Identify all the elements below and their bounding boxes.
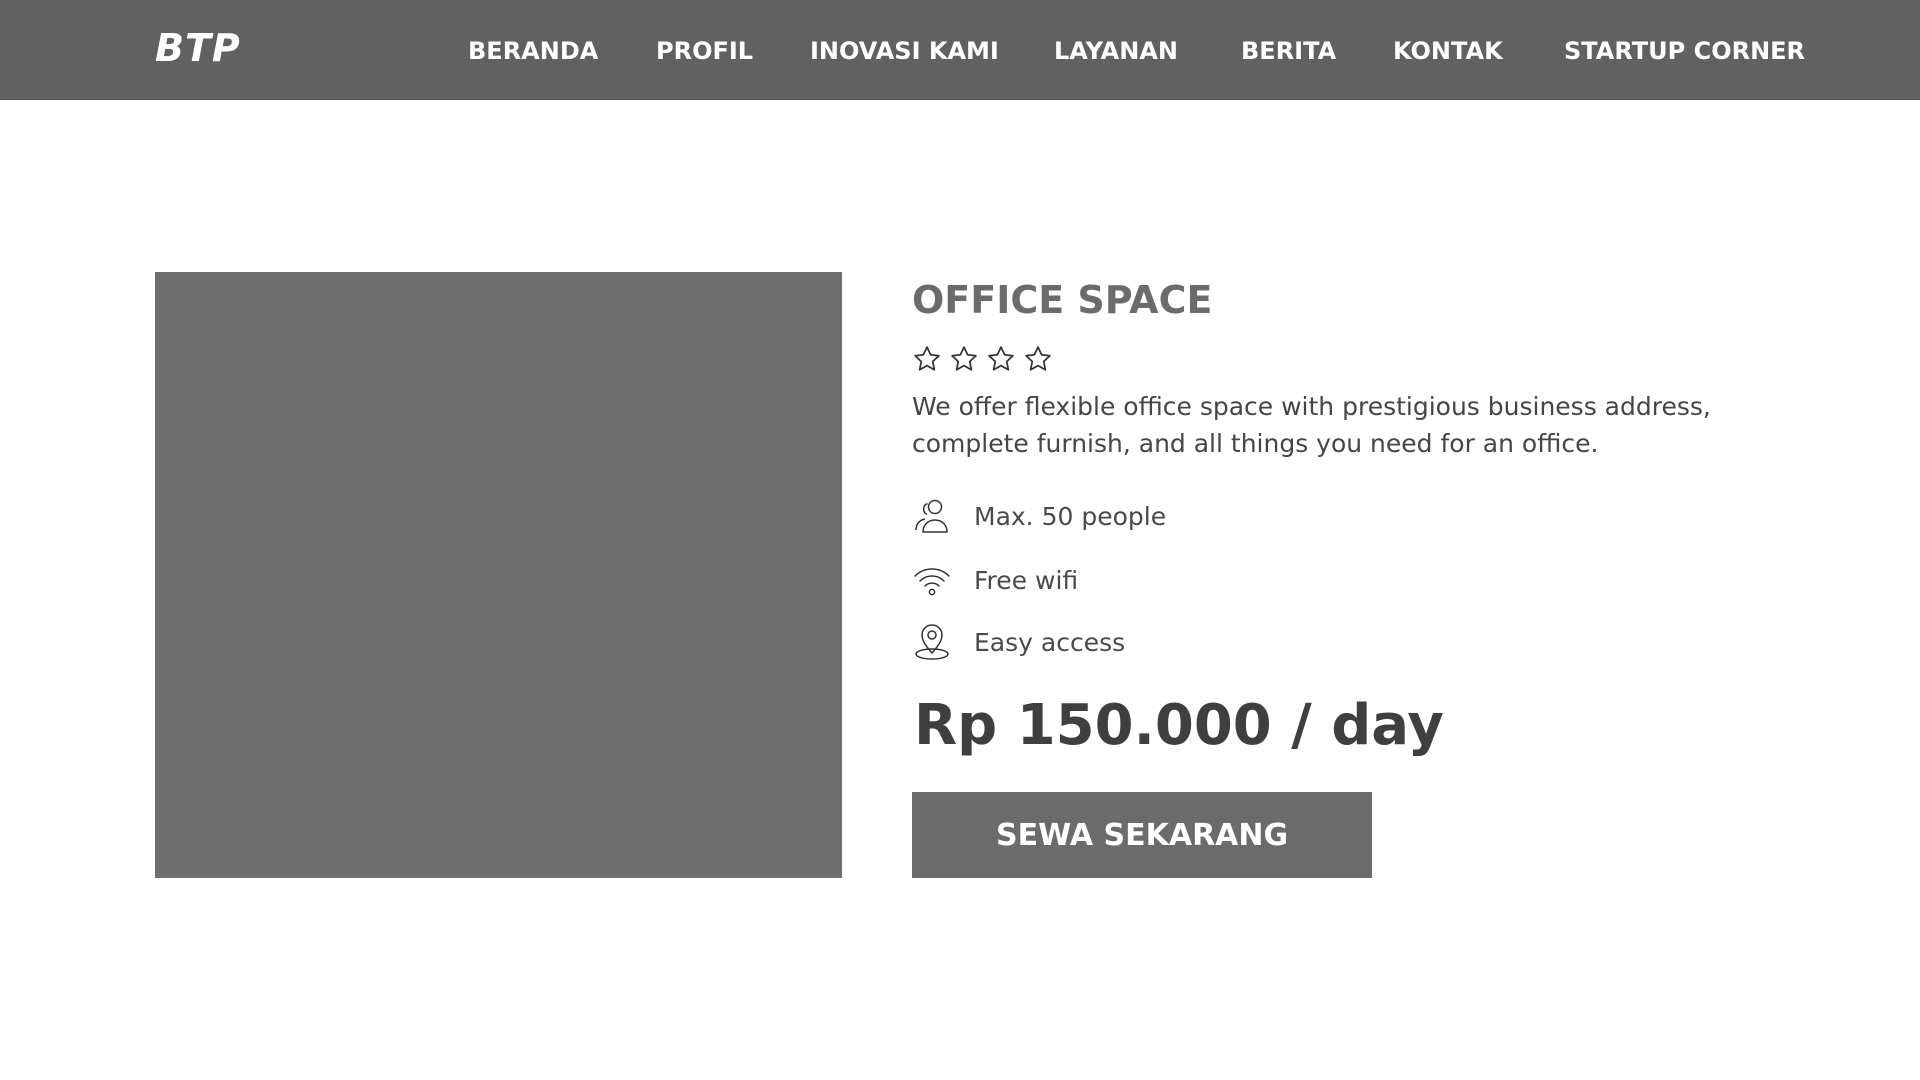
top-navbar: BTP BERANDA PROFIL INOVASI KAMI LAYANAN … <box>0 0 1920 100</box>
nav-link-berita[interactable]: BERITA <box>1241 37 1336 65</box>
nav-menu: BERANDA PROFIL INOVASI KAMI LAYANAN BERI… <box>0 0 1920 100</box>
nav-link-kontak[interactable]: KONTAK <box>1393 37 1503 65</box>
product-title: OFFICE SPACE <box>912 278 1213 322</box>
star-icon[interactable] <box>1023 344 1053 374</box>
star-rating[interactable] <box>912 344 1053 376</box>
star-icon[interactable] <box>912 344 942 374</box>
feature-access-label: Easy access <box>974 627 1126 657</box>
star-icon[interactable] <box>986 344 1016 374</box>
star-icon[interactable] <box>949 344 979 374</box>
nav-link-inovasi-kami[interactable]: INOVASI KAMI <box>810 37 999 65</box>
nav-link-layanan[interactable]: LAYANAN <box>1054 37 1178 65</box>
nav-link-profil[interactable]: PROFIL <box>656 37 753 65</box>
feature-wifi: Free wifi <box>912 558 1078 602</box>
nav-link-startup-corner[interactable]: STARTUP CORNER <box>1564 37 1805 65</box>
nav-link-beranda[interactable]: BERANDA <box>468 37 598 65</box>
feature-capacity: Max. 50 people <box>912 494 1166 538</box>
wifi-icon <box>914 568 950 596</box>
feature-capacity-label: Max. 50 people <box>974 501 1167 531</box>
feature-wifi-label: Free wifi <box>974 565 1079 595</box>
people-icon <box>915 499 948 533</box>
product-description: We offer flexible office space with pres… <box>912 392 1711 458</box>
rent-now-button[interactable]: SEWA SEKARANG <box>912 792 1372 878</box>
product-image-placeholder <box>155 272 842 878</box>
location-pin-icon <box>915 624 949 660</box>
rent-now-button-label: SEWA SEKARANG <box>996 818 1289 853</box>
feature-access: Easy access <box>912 620 1125 664</box>
price-label: Rp 150.000 / day <box>914 693 1444 758</box>
